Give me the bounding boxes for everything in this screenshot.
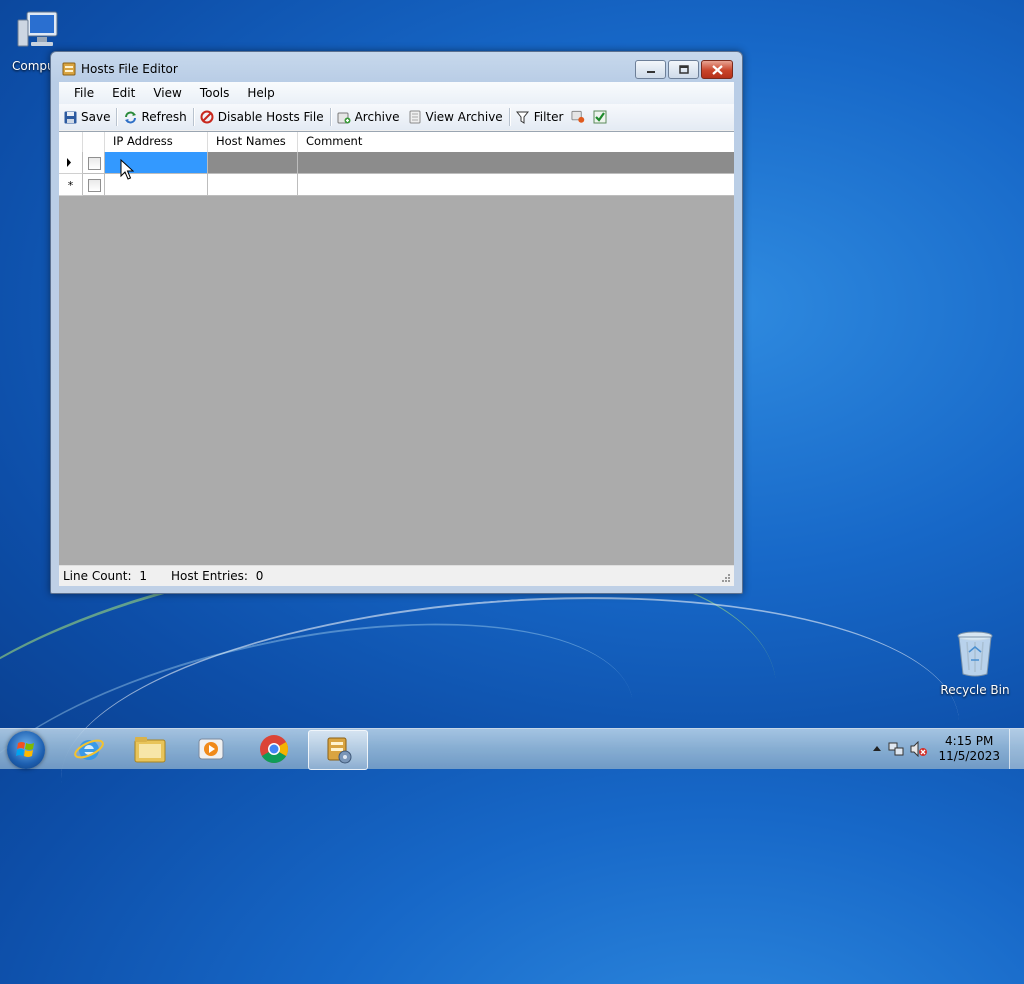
line-count-value: 1	[139, 569, 147, 583]
row-enabled-checkbox[interactable]	[88, 179, 101, 192]
view-archive-label: View Archive	[425, 110, 503, 124]
row-header[interactable]	[59, 152, 83, 174]
toolbar: Save Refresh Disable Hosts File Archive …	[59, 104, 734, 130]
filter-button[interactable]: Filter	[512, 106, 568, 128]
host-entries-label: Host Entries:	[170, 569, 248, 583]
menu-view[interactable]: View	[144, 82, 190, 104]
column-header-host-names[interactable]: Host Names	[208, 132, 298, 152]
menu-help[interactable]: Help	[238, 82, 283, 104]
host-names-cell[interactable]	[208, 152, 298, 174]
taskbar-internet-explorer[interactable]	[60, 730, 118, 768]
comment-cell[interactable]	[298, 174, 734, 196]
computer-icon	[4, 8, 74, 57]
hosts-grid[interactable]: IP Address Host Names Comment *	[59, 131, 734, 566]
filter-label: Filter	[533, 110, 564, 124]
show-hidden-icons-icon[interactable]	[872, 744, 882, 752]
table-row[interactable]	[59, 152, 734, 174]
maximize-button[interactable]	[668, 60, 699, 79]
comment-cell[interactable]	[298, 152, 734, 174]
column-header-ip-address[interactable]: IP Address	[105, 132, 208, 152]
close-icon	[711, 64, 723, 75]
host-entries-value: 0	[255, 569, 264, 583]
recycle-bin-desktop-icon[interactable]: Recycle Bin	[940, 630, 1010, 697]
menu-edit[interactable]: Edit	[103, 82, 144, 104]
taskbar-windows-explorer[interactable]	[121, 730, 179, 768]
grid-header: IP Address Host Names Comment	[59, 132, 734, 153]
disable-hosts-file-label: Disable Hosts File	[217, 110, 324, 124]
toolbar-separator	[329, 108, 331, 126]
save-icon	[63, 110, 77, 124]
host-entries-status: Host Entries: 0	[167, 569, 263, 583]
archive-label: Archive	[354, 110, 400, 124]
line-count-status: Line Count: 1	[59, 569, 147, 583]
clock[interactable]: 4:15 PM 11/5/2023	[938, 734, 1000, 764]
clock-date: 11/5/2023	[938, 749, 1000, 763]
toolbar-separator	[508, 108, 510, 126]
clock-time: 4:15 PM	[945, 734, 994, 748]
hosts-file-editor-icon	[327, 737, 352, 764]
disable-hosts-file-button[interactable]: Disable Hosts File	[196, 106, 328, 128]
status-bar: Line Count: 1 Host Entries: 0	[59, 565, 734, 586]
volume-muted-icon[interactable]	[910, 741, 928, 757]
taskbar-chrome[interactable]	[245, 730, 303, 768]
archive-button[interactable]: Archive	[333, 106, 404, 128]
checkmark-icon	[593, 110, 607, 124]
toolbar-separator	[116, 108, 118, 126]
network-icon[interactable]	[888, 741, 904, 757]
chrome-icon	[260, 735, 288, 763]
folder-icon	[134, 737, 166, 763]
column-header-comment[interactable]: Comment	[298, 132, 734, 152]
minimize-button[interactable]	[635, 60, 666, 79]
apply-button[interactable]	[589, 106, 611, 128]
close-button[interactable]	[701, 60, 733, 79]
system-tray: 4:15 PM 11/5/2023	[864, 729, 1024, 769]
table-row-new[interactable]: *	[59, 174, 734, 196]
recycle-bin-label: Recycle Bin	[940, 683, 1010, 697]
menu-tools[interactable]: Tools	[191, 82, 239, 104]
window-title: Hosts File Editor	[81, 62, 178, 76]
taskbar-hosts-file-editor[interactable]	[308, 730, 368, 770]
resize-grip-icon[interactable]	[721, 573, 731, 583]
refresh-button[interactable]: Refresh	[119, 106, 190, 128]
save-label: Save	[81, 110, 111, 124]
disable-icon	[200, 110, 214, 124]
taskbar-media-player[interactable]	[182, 730, 240, 768]
row-enabled-cell[interactable]	[83, 152, 105, 174]
menu-bar: File Edit View Tools Help	[59, 82, 734, 104]
recycle-bin-icon	[940, 630, 1010, 681]
internet-explorer-icon	[74, 739, 104, 760]
minimize-icon	[646, 70, 655, 73]
view-archive-icon	[408, 110, 422, 124]
row-header[interactable]: *	[59, 174, 83, 196]
refresh-label: Refresh	[141, 110, 187, 124]
archive-icon	[337, 110, 351, 124]
line-count-label: Line Count:	[63, 569, 132, 583]
taskbar: 4:15 PM 11/5/2023	[0, 728, 1024, 770]
mouse-cursor-icon	[120, 159, 134, 180]
current-row-indicator-icon	[67, 158, 71, 167]
refresh-icon	[123, 110, 137, 124]
menu-file[interactable]: File	[59, 82, 103, 104]
new-row-marker: *	[67, 179, 74, 192]
media-player-icon	[198, 738, 224, 760]
toolbar-separator	[192, 108, 194, 126]
windows-logo-icon	[16, 742, 34, 757]
maximize-icon	[678, 65, 689, 74]
filter-icon	[516, 110, 530, 124]
show-desktop-button[interactable]	[1009, 729, 1024, 769]
host-names-cell[interactable]	[208, 174, 298, 196]
start-button[interactable]	[7, 731, 45, 769]
clear-filter-icon	[571, 110, 585, 124]
row-enabled-cell[interactable]	[83, 174, 105, 196]
app-icon	[62, 62, 76, 76]
window-client: File Edit View Tools Help Save Refresh D…	[59, 82, 734, 586]
hosts-file-editor-window: Hosts File Editor File Edit View Tools H…	[50, 51, 743, 594]
checkbox-column	[83, 132, 105, 152]
view-archive-button[interactable]: View Archive	[404, 106, 507, 128]
clear-filter-button[interactable]	[567, 106, 589, 128]
row-enabled-checkbox[interactable]	[88, 157, 101, 170]
row-header-column	[59, 132, 83, 152]
save-button[interactable]: Save	[59, 106, 114, 128]
title-bar[interactable]: Hosts File Editor	[51, 52, 742, 84]
